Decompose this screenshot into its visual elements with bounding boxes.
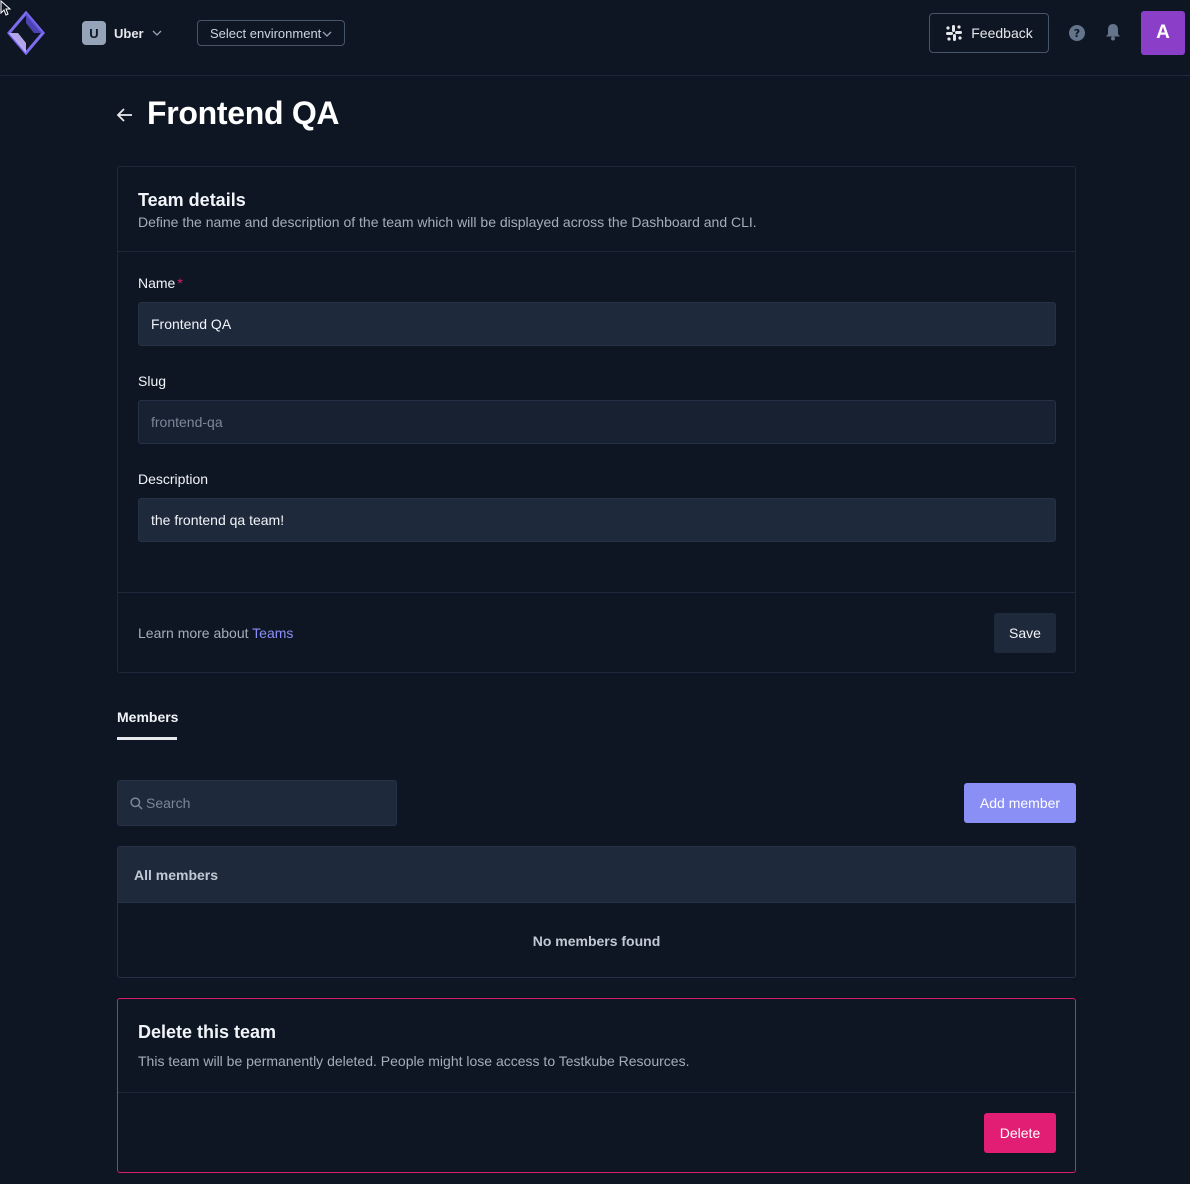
description-label: Description	[138, 471, 209, 487]
testkube-logo-icon[interactable]	[6, 11, 46, 55]
svg-text:?: ?	[1074, 27, 1080, 40]
divider	[118, 1092, 1075, 1093]
add-member-button[interactable]: Add member	[964, 783, 1076, 823]
members-table: All members No members found	[117, 846, 1076, 978]
empty-state-message: No members found	[532, 933, 661, 949]
learn-more-text: Learn more about Teams	[138, 625, 293, 641]
user-avatar[interactable]: A	[1141, 11, 1185, 55]
delete-button[interactable]: Delete	[984, 1113, 1056, 1153]
members-table-header: All members	[118, 847, 1075, 903]
learn-more-prefix: Learn more about	[138, 625, 253, 641]
org-avatar: U	[82, 21, 106, 45]
save-button[interactable]: Save	[994, 613, 1056, 653]
slug-label: Slug	[138, 373, 167, 389]
member-search[interactable]	[117, 780, 397, 826]
environment-select-label: Select environment	[210, 25, 322, 41]
slack-icon	[946, 25, 963, 41]
delete-team-card: Delete this team This team will be perma…	[117, 998, 1076, 1173]
name-input[interactable]	[138, 302, 1056, 346]
environment-select[interactable]: Select environment	[197, 20, 345, 46]
top-navigation-bar: U Uber Select environment Feedback ? A	[0, 0, 1190, 76]
tab-members[interactable]: Members	[117, 709, 178, 725]
feedback-label: Feedback	[971, 25, 1033, 41]
teams-docs-link[interactable]: Teams	[252, 625, 293, 641]
members-table-header-label: All members	[134, 867, 219, 883]
delete-team-title: Delete this team	[138, 1022, 277, 1042]
cursor-icon	[0, 0, 12, 16]
description-input[interactable]	[138, 498, 1056, 542]
search-icon	[130, 797, 143, 810]
chevron-down-icon	[152, 30, 162, 36]
org-name: Uber	[114, 25, 144, 41]
chevron-down-icon	[322, 31, 332, 37]
back-arrow-icon[interactable]	[116, 106, 134, 124]
divider	[118, 251, 1075, 252]
page-title: Frontend QA	[147, 95, 340, 131]
organization-switcher[interactable]: U Uber	[82, 21, 162, 45]
feedback-button[interactable]: Feedback	[929, 13, 1049, 53]
team-details-card: Team details Define the name and descrip…	[117, 166, 1076, 673]
bell-icon[interactable]	[1105, 23, 1121, 41]
delete-team-subtitle: This team will be permanently deleted. P…	[138, 1053, 690, 1069]
search-input[interactable]	[146, 781, 394, 825]
active-tab-indicator	[117, 737, 177, 740]
name-label-text: Name	[138, 275, 176, 291]
name-label: Name *	[138, 275, 183, 291]
help-icon[interactable]: ?	[1068, 24, 1086, 42]
required-mark: *	[177, 275, 183, 291]
divider	[118, 592, 1075, 593]
team-details-subtitle: Define the name and description of the t…	[138, 214, 757, 230]
slug-input	[138, 400, 1056, 444]
team-details-title: Team details	[138, 190, 246, 210]
